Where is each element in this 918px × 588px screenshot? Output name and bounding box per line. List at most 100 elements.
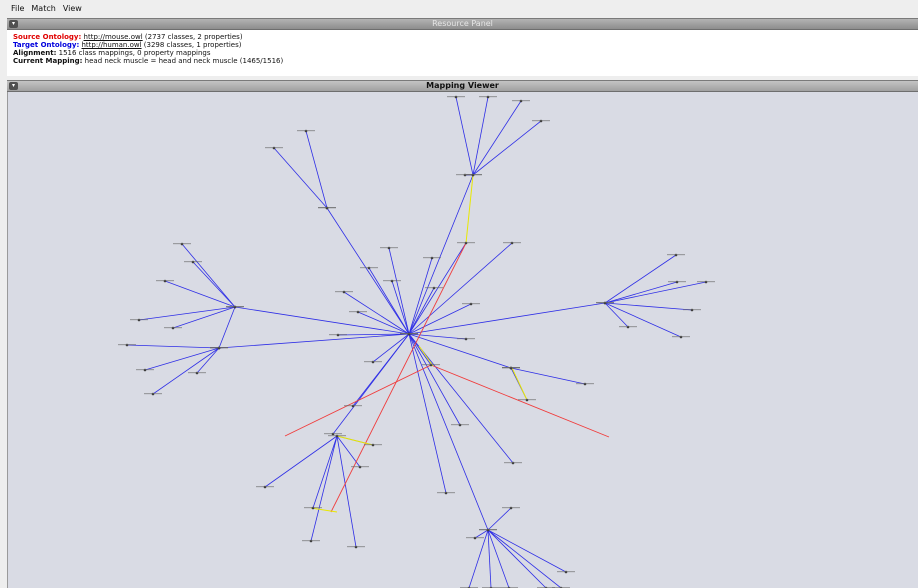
- node-label-placeholder: [329, 334, 347, 336]
- node-label-placeholder: [502, 367, 520, 369]
- resource-panel-header: ▾ Resource Panel: [7, 18, 918, 30]
- node-label-placeholder: [504, 462, 522, 464]
- menu-file[interactable]: File: [11, 4, 24, 13]
- source-ontology-label: Source Ontology:: [13, 33, 82, 41]
- node-label-placeholder: [447, 96, 465, 98]
- source-ontology-link[interactable]: http://mouse.owl: [84, 33, 143, 41]
- node-label-placeholder: [173, 243, 191, 245]
- hierarchy-edge: [487, 507, 512, 531]
- hierarchy-edge: [468, 529, 489, 588]
- hierarchy-edge: [218, 306, 236, 349]
- node-label-placeholder: [479, 96, 497, 98]
- hierarchy-edge: [408, 174, 474, 335]
- hierarchy-edge: [487, 529, 492, 588]
- node-label-placeholder: [265, 147, 283, 149]
- node-label-placeholder: [256, 486, 274, 488]
- node-label-placeholder: [466, 537, 484, 539]
- node-label-placeholder: [156, 280, 174, 282]
- node-label-placeholder: [683, 309, 701, 311]
- mapping-edge: [330, 242, 467, 513]
- target-ontology-info: (3298 classes, 1 properties): [141, 41, 242, 49]
- node-label-placeholder: [532, 120, 550, 122]
- ontology-graph[interactable]: [8, 92, 918, 588]
- node-label-placeholder: [668, 281, 686, 283]
- node-label-placeholder: [462, 303, 480, 305]
- node-label-placeholder: [351, 466, 369, 468]
- hierarchy-edge: [408, 257, 433, 335]
- menu-view[interactable]: View: [63, 4, 82, 13]
- node-label-placeholder: [596, 302, 614, 304]
- node-label-placeholder: [318, 207, 336, 209]
- hierarchy-edge: [455, 96, 474, 176]
- hierarchy-edge: [487, 529, 567, 573]
- target-ontology-line: Target Ontology: http://human.owl (3298 …: [13, 41, 241, 49]
- node-label-placeholder: [226, 306, 244, 308]
- hierarchy-edge: [510, 367, 586, 385]
- mapping-viewer-title: Mapping Viewer: [426, 81, 499, 90]
- alignment-label: Alignment:: [13, 49, 57, 57]
- hierarchy-edge: [144, 347, 220, 371]
- current-mapping-info: head neck muscle = head and neck muscle …: [82, 57, 284, 65]
- current-mapping-line: Current Mapping: head neck muscle = head…: [13, 57, 283, 65]
- node-label-placeholder: [383, 280, 401, 282]
- node-label-placeholder: [464, 174, 482, 176]
- hierarchy-edge: [604, 281, 678, 304]
- mapping-viewer-canvas[interactable]: [7, 92, 918, 588]
- hierarchy-edge: [368, 267, 410, 335]
- source-ontology-info: (2737 classes, 2 properties): [142, 33, 243, 41]
- node-label-placeholder: [503, 242, 521, 244]
- node-label-placeholder: [423, 257, 441, 259]
- hierarchy-edge: [172, 306, 236, 329]
- highlight-edge: [511, 367, 528, 401]
- hierarchy-edge: [138, 306, 236, 321]
- hierarchy-edge: [487, 529, 547, 588]
- mapping-viewer-header: ▾ Mapping Viewer: [7, 80, 918, 92]
- node-label-placeholder: [188, 372, 206, 374]
- node-label-placeholder: [347, 546, 365, 548]
- node-label-placeholder: [512, 100, 530, 102]
- hierarchy-edge: [388, 247, 410, 335]
- menu-match[interactable]: Match: [31, 4, 55, 13]
- node-label-placeholder: [210, 347, 228, 349]
- node-label-placeholder: [297, 130, 315, 132]
- node-label-placeholder: [136, 369, 154, 371]
- hierarchy-edge: [391, 280, 410, 335]
- node-label-placeholder: [130, 319, 148, 321]
- node-label-placeholder: [576, 383, 594, 385]
- node-label-placeholder: [344, 405, 362, 407]
- node-label-placeholder: [304, 507, 322, 509]
- hierarchy-edge: [332, 333, 410, 435]
- hierarchy-edge: [343, 291, 410, 335]
- node-label-placeholder: [518, 399, 536, 401]
- hierarchy-edge: [126, 344, 220, 349]
- hierarchy-edge: [152, 347, 220, 395]
- hierarchy-edge: [218, 333, 410, 349]
- node-label-placeholder: [364, 444, 382, 446]
- hierarchy-edge: [408, 333, 461, 426]
- hierarchy-edge: [312, 435, 338, 509]
- target-ontology-label: Target Ontology:: [13, 41, 80, 49]
- node-label-placeholder: [335, 291, 353, 293]
- current-mapping-label: Current Mapping:: [13, 57, 83, 65]
- node-label-placeholder: [457, 338, 475, 340]
- target-ontology-link[interactable]: http://human.owl: [82, 41, 142, 49]
- node-label-placeholder: [557, 571, 575, 573]
- node-label-placeholder: [479, 529, 497, 531]
- hierarchy-edge: [487, 529, 562, 588]
- node-label-placeholder: [349, 311, 367, 313]
- hierarchy-edge: [604, 302, 629, 328]
- node-label-placeholder: [144, 393, 162, 395]
- mapping-edge: [284, 364, 432, 437]
- node-label-placeholder: [502, 507, 520, 509]
- node-label-placeholder: [400, 333, 418, 335]
- menu-bar: File Match View: [0, 0, 918, 17]
- node-label-placeholder: [164, 327, 182, 329]
- hierarchy-edge: [357, 311, 410, 335]
- node-label-placeholder: [324, 433, 342, 435]
- hierarchy-edge: [196, 347, 220, 374]
- node-label-placeholder: [184, 261, 202, 263]
- hierarchy-edge: [326, 207, 410, 335]
- node-label-placeholder: [118, 344, 136, 346]
- alignment-line: Alignment: 1516 class mappings, 0 proper…: [13, 49, 211, 57]
- node-label-placeholder: [425, 287, 443, 289]
